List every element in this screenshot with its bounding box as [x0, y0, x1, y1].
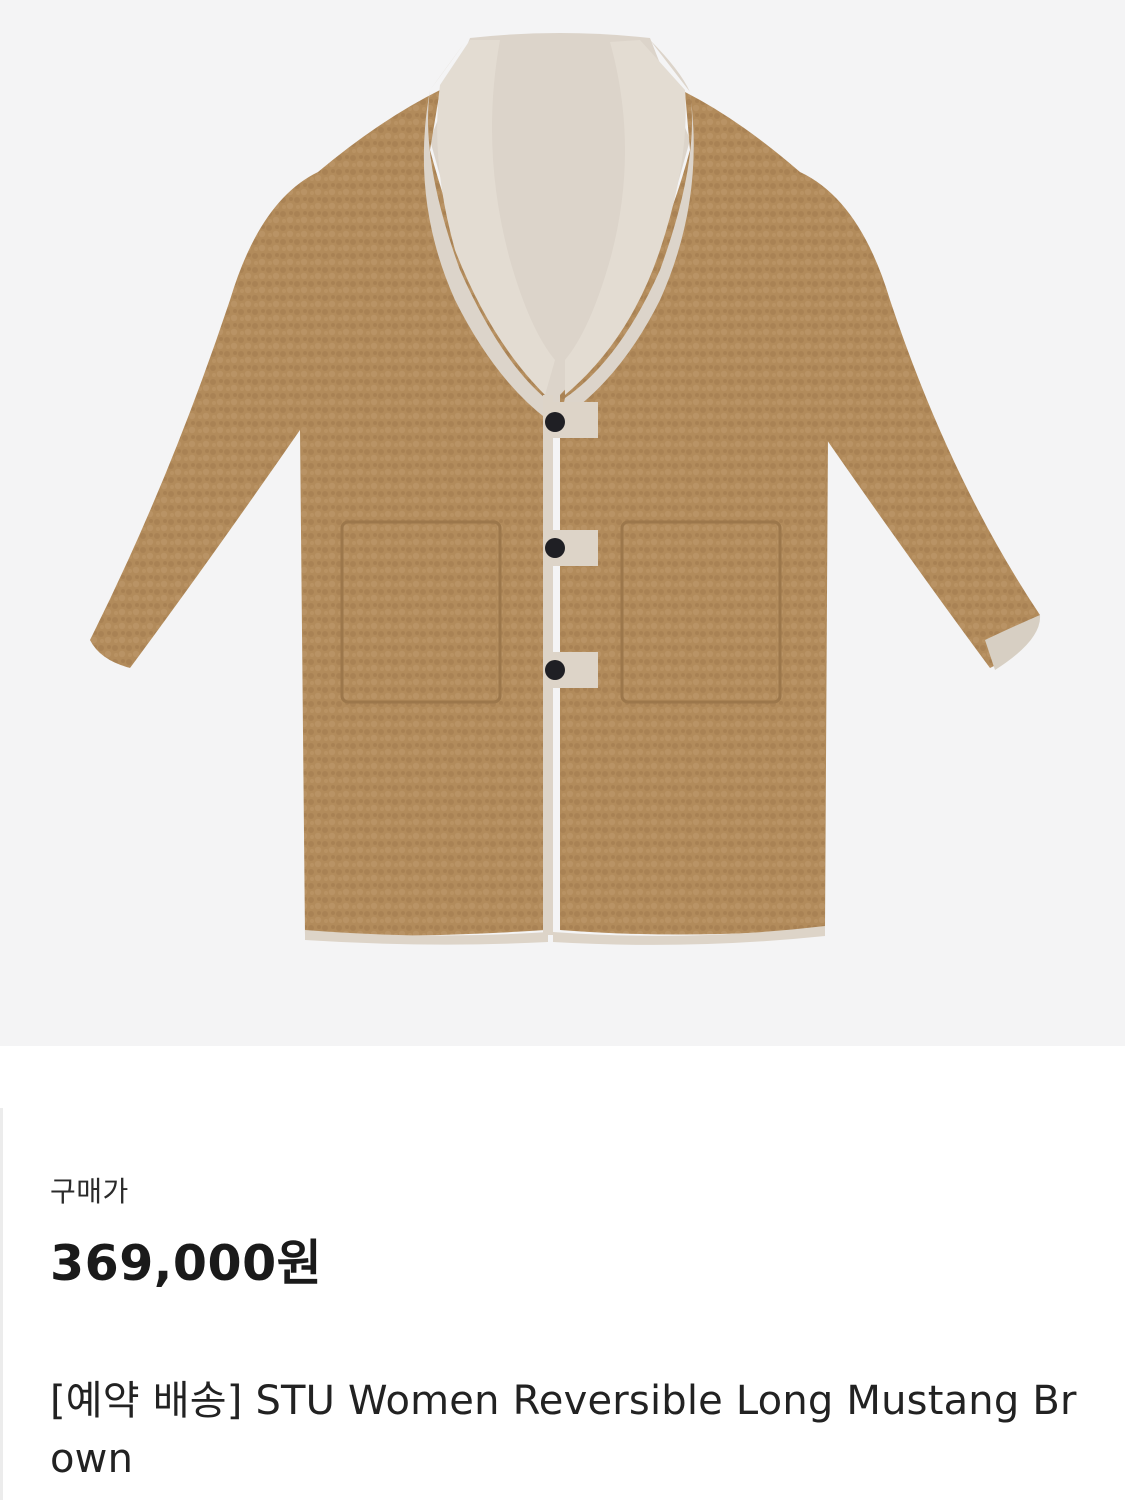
divider: [0, 1108, 3, 1500]
coat-image: [90, 33, 1041, 945]
price-value: 369,000원: [50, 1235, 323, 1292]
price-label: 구매가: [50, 1175, 129, 1208]
product-image[interactable]: [0, 0, 1125, 1046]
product-info: 구매가 369,000원 [예약 배송] STU Women Reversibl…: [0, 1046, 1125, 1500]
product-name[interactable]: [예약 배송] STU Women Reversible Long Mustan…: [50, 1372, 1080, 1488]
